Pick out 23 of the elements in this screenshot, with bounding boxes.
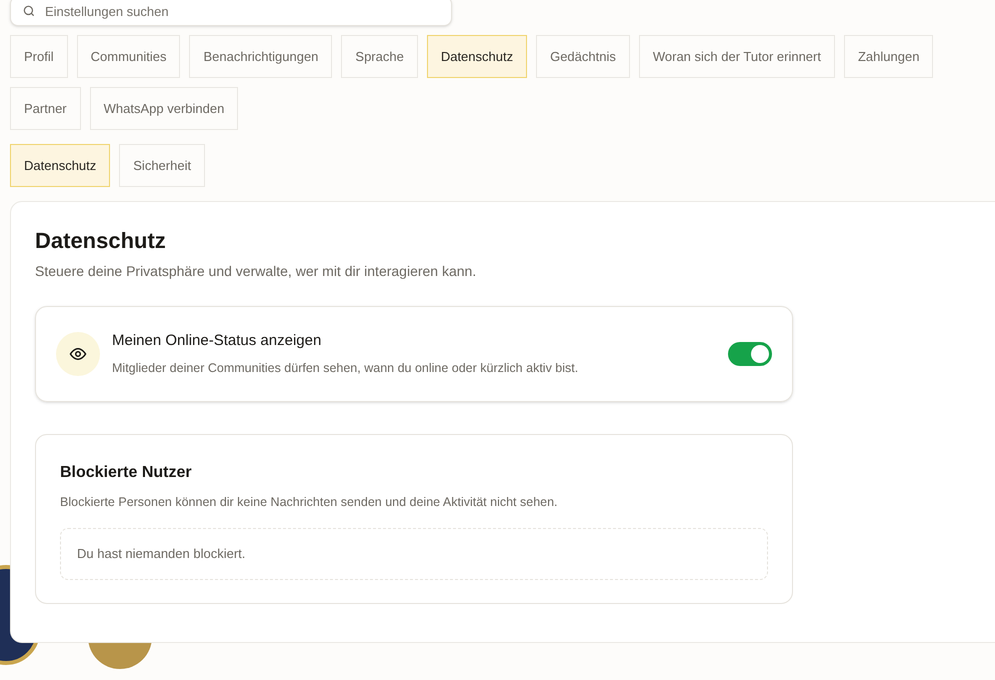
online-status-toggle[interactable] [728, 342, 772, 366]
settings-tab[interactable]: Datenschutz [426, 35, 528, 78]
eye-icon [56, 332, 100, 376]
empty-state: Du hast niemanden blockiert. [60, 528, 768, 580]
settings-tab[interactable]: Benachrichtigungen [189, 35, 332, 78]
settings-tab[interactable]: Sicherheit [119, 144, 206, 187]
search-icon [22, 4, 36, 18]
blocked-title: Blockierte Nutzer [60, 463, 193, 483]
panel-subtitle: Steuere deine Privatsphäre und verwalte, wer mit dir interagieren kann. [35, 262, 478, 281]
settings-tab[interactable]: Zahlungen [844, 35, 934, 78]
settings-tab[interactable]: Datenschutz [10, 144, 110, 187]
setting-title: Meinen Online-Status anzeigen [112, 331, 322, 352]
settings-tab[interactable]: Profil [10, 35, 68, 78]
search-field[interactable]: Einstellungen suchen [10, 0, 452, 26]
settings-tab[interactable]: Communities [76, 35, 180, 78]
blocked-description: Blockierte Personen können dir keine Nachrichten senden und deine Aktivität nicht sehen. [60, 494, 559, 511]
panel-title: Datenschutz [35, 227, 167, 255]
settings-tab[interactable]: WhatsApp verbinden [90, 87, 238, 130]
settings-tab[interactable]: Woran sich der Tutor erinnert [638, 35, 835, 78]
settings-tab[interactable]: Partner [10, 87, 81, 130]
setting-description: Mitglieder deiner Communities dürfen sehen, wann du online oder kürzlich aktiv bist. [112, 360, 580, 377]
settings-tab[interactable]: Gedächtnis [536, 35, 630, 78]
settings-tab[interactable]: Sprache [341, 35, 418, 78]
